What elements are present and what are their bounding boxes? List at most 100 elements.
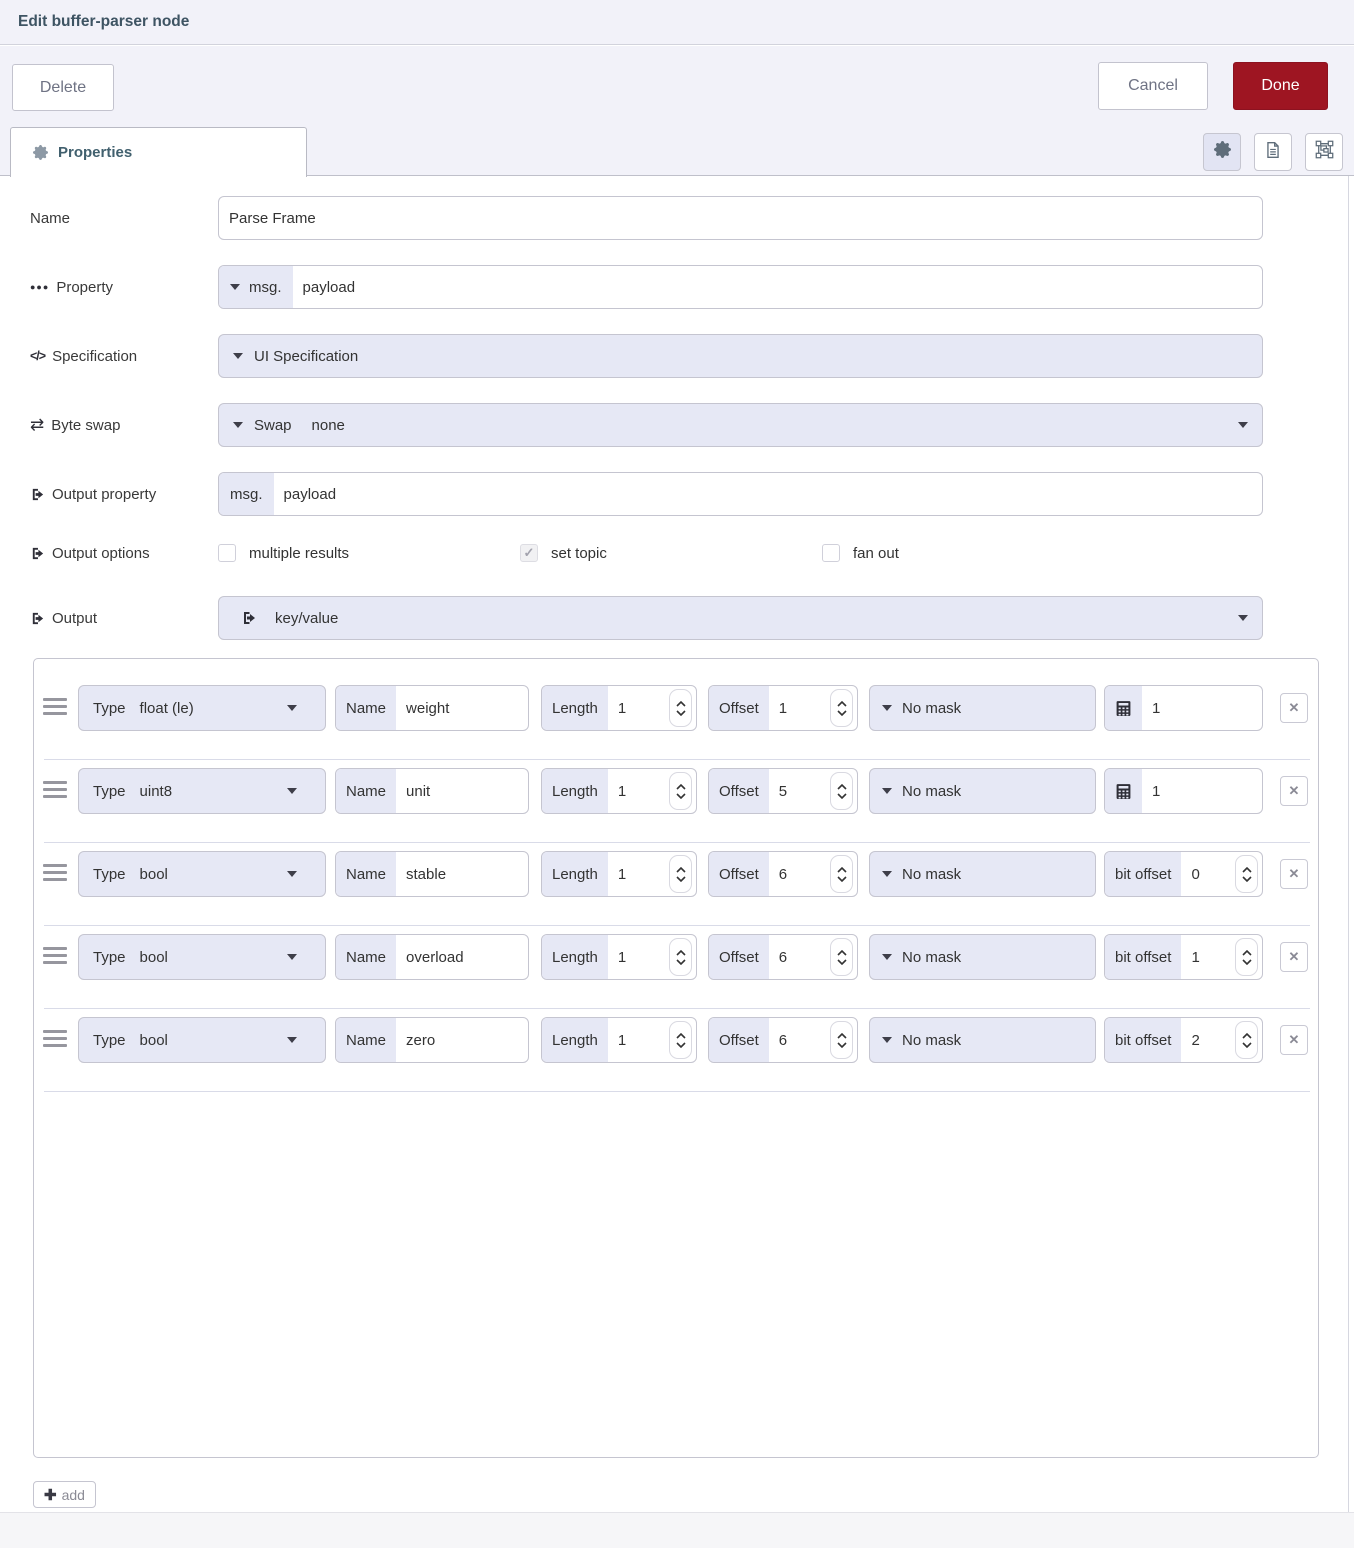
spinner-control[interactable] [1235,855,1258,893]
mask-select[interactable]: No mask [869,851,1096,897]
cancel-button[interactable]: Cancel [1098,62,1208,110]
list-item-row: Typebool Name overload Length 1 Offset 6 [34,934,1318,980]
workspace-background [0,1512,1354,1548]
mask-select[interactable]: No mask [869,768,1096,814]
property-prefix: msg. [249,279,282,296]
output-select[interactable]: key/value [218,596,1263,640]
type-select[interactable]: Typeuint8 [78,768,326,814]
delete-button[interactable]: Delete [12,64,114,111]
property-value: payload [293,279,356,296]
spinner-control[interactable] [669,938,692,976]
name-field[interactable]: Name unit [335,768,529,814]
set-topic-option[interactable]: set topic [520,541,607,565]
byteswap-label: ⇄ Byte swap [30,403,120,447]
output-property-value: payload [274,486,337,503]
offset-field[interactable]: Offset 6 [708,934,858,980]
spinner-control[interactable] [830,772,853,810]
fan-out-checkbox[interactable] [822,544,840,562]
chevron-down-icon [1238,422,1248,428]
offset-field[interactable]: Offset 5 [708,768,858,814]
chevron-down-icon [882,788,892,794]
length-field[interactable]: Length 1 [541,1017,697,1063]
properties-view-button[interactable] [1203,133,1241,171]
length-field[interactable]: Length 1 [541,768,697,814]
offset-field[interactable]: Offset 6 [708,1017,858,1063]
offset-field[interactable]: Offset 6 [708,851,858,897]
multiple-results-label: multiple results [249,545,349,562]
type-select[interactable]: Typebool [78,934,326,980]
bit-offset-field[interactable]: bit offset 2 [1104,1017,1263,1063]
bit-offset-field[interactable]: bit offset 1 [1104,934,1263,980]
add-row-button[interactable]: ✚ add [33,1481,96,1508]
chevron-down-icon [233,353,243,359]
name-field[interactable]: Name overload [335,934,529,980]
mask-select[interactable]: No mask [869,1017,1096,1063]
name-input[interactable]: Parse Frame [218,196,1263,240]
list-item-row: Typebool Name zero Length 1 Offset 6 [34,1017,1318,1063]
drag-handle-icon[interactable] [43,1030,67,1047]
spinner-control[interactable] [1235,938,1258,976]
name-field[interactable]: Name zero [335,1017,529,1063]
sign-out-icon [241,610,257,626]
mask-select[interactable]: No mask [869,685,1096,731]
spinner-control[interactable] [669,689,692,727]
chevron-down-icon [230,284,240,290]
description-view-button[interactable] [1254,133,1292,171]
length-field[interactable]: Length 1 [541,851,697,897]
output-value: key/value [275,610,338,627]
byteswap-value: none [312,417,345,434]
tab-properties[interactable]: Properties [10,127,307,177]
tab-bar: Properties [0,126,1354,176]
chevron-down-icon [882,705,892,711]
length-field[interactable]: Length 1 [541,934,697,980]
drag-handle-icon[interactable] [43,864,67,881]
length-field[interactable]: Length 1 [541,685,697,731]
remove-row-button[interactable]: ✕ [1280,1025,1308,1055]
fan-out-option[interactable]: fan out [822,541,899,565]
dialog-right-edge [1348,176,1349,1512]
spinner-control[interactable] [1235,1021,1258,1059]
scale-field[interactable]: 1 [1104,768,1263,814]
set-topic-checkbox[interactable] [520,544,538,562]
type-select[interactable]: Typebool [78,851,326,897]
multiple-results-checkbox[interactable] [218,544,236,562]
chevron-down-icon [882,954,892,960]
output-property-prefix: msg. [230,486,263,503]
remove-row-button[interactable]: ✕ [1280,859,1308,889]
drag-handle-icon[interactable] [43,698,67,715]
drag-handle-icon[interactable] [43,947,67,964]
remove-row-button[interactable]: ✕ [1280,693,1308,723]
bit-offset-field[interactable]: bit offset 0 [1104,851,1263,897]
byteswap-select[interactable]: Swap none [218,403,1263,447]
list-item-row: Typefloat (le) Name weight Length 1 Offs… [34,685,1318,731]
spinner-control[interactable] [830,938,853,976]
spinner-control[interactable] [830,1021,853,1059]
sign-out-icon [30,546,45,561]
name-field[interactable]: Name stable [335,851,529,897]
output-property-input[interactable]: msg. payload [218,472,1263,516]
appearance-view-button[interactable] [1305,133,1343,171]
name-field[interactable]: Name weight [335,685,529,731]
mask-select[interactable]: No mask [869,934,1096,980]
specification-select[interactable]: UI Specification [218,334,1263,378]
type-select[interactable]: Typefloat (le) [78,685,326,731]
calculator-icon [1105,686,1142,730]
spinner-control[interactable] [830,689,853,727]
done-button[interactable]: Done [1233,62,1328,110]
type-select[interactable]: Typebool [78,1017,326,1063]
remove-row-button[interactable]: ✕ [1280,776,1308,806]
spinner-control[interactable] [669,1021,692,1059]
property-input[interactable]: msg. payload [218,265,1263,309]
sign-out-icon [30,611,45,626]
multiple-results-option[interactable]: multiple results [218,541,349,565]
dialog-title: Edit buffer-parser node [18,13,189,31]
offset-field[interactable]: Offset 1 [708,685,858,731]
remove-row-button[interactable]: ✕ [1280,942,1308,972]
spinner-control[interactable] [830,855,853,893]
drag-handle-icon[interactable] [43,781,67,798]
spinner-control[interactable] [669,855,692,893]
property-type-selector[interactable]: msg. [219,266,293,308]
spinner-control[interactable] [669,772,692,810]
scale-field[interactable]: 1 [1104,685,1263,731]
row-separator [44,842,1310,843]
